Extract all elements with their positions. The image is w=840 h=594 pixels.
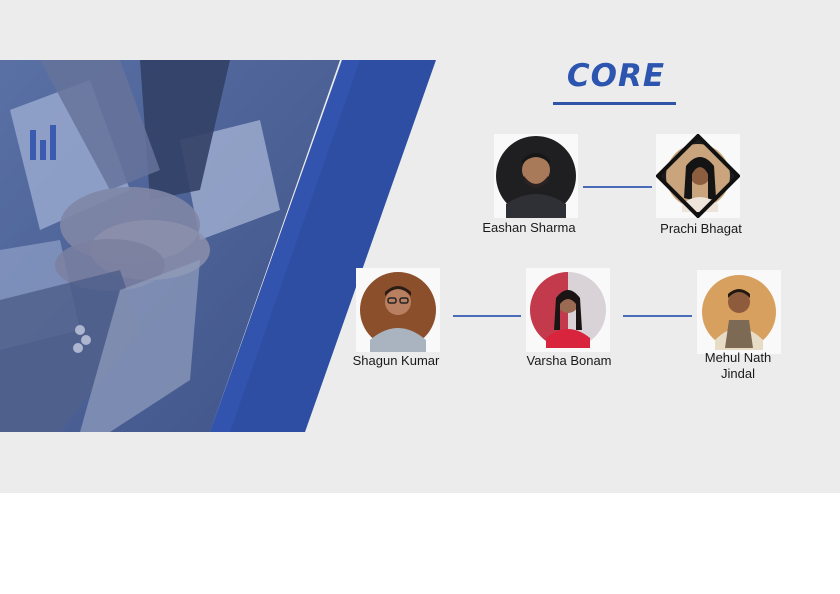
- member-name: Mehul Nath Jindal: [686, 350, 790, 382]
- member-photo-card: [356, 268, 440, 352]
- member-photo-card: [656, 134, 740, 218]
- title-underline: [553, 102, 676, 105]
- person-photo: [530, 272, 606, 348]
- person-photo: [496, 136, 576, 218]
- person-photo: [702, 275, 776, 350]
- member-name: Prachi Bhagat: [660, 221, 742, 236]
- member-name: Shagun Kumar: [352, 353, 440, 368]
- member-name: Varsha Bonam: [526, 353, 612, 368]
- connector-line: [453, 315, 521, 317]
- member-name: Eashan Sharma: [482, 220, 576, 235]
- section-title: CORE: [566, 58, 666, 94]
- person-photo: [656, 134, 740, 218]
- slide: CORE Eashan Sharma Prachi Bhagat Shagun …: [0, 0, 840, 493]
- connector-line: [623, 315, 692, 317]
- member-photo-card: [697, 270, 781, 354]
- member-photo-card: [494, 134, 578, 218]
- team-hands-photo: [0, 60, 436, 432]
- connector-line: [583, 186, 652, 188]
- member-photo-card: [526, 268, 610, 352]
- member-name-line: Jindal: [721, 366, 755, 381]
- member-name-line: Mehul Nath: [704, 350, 772, 365]
- person-photo: [360, 272, 436, 352]
